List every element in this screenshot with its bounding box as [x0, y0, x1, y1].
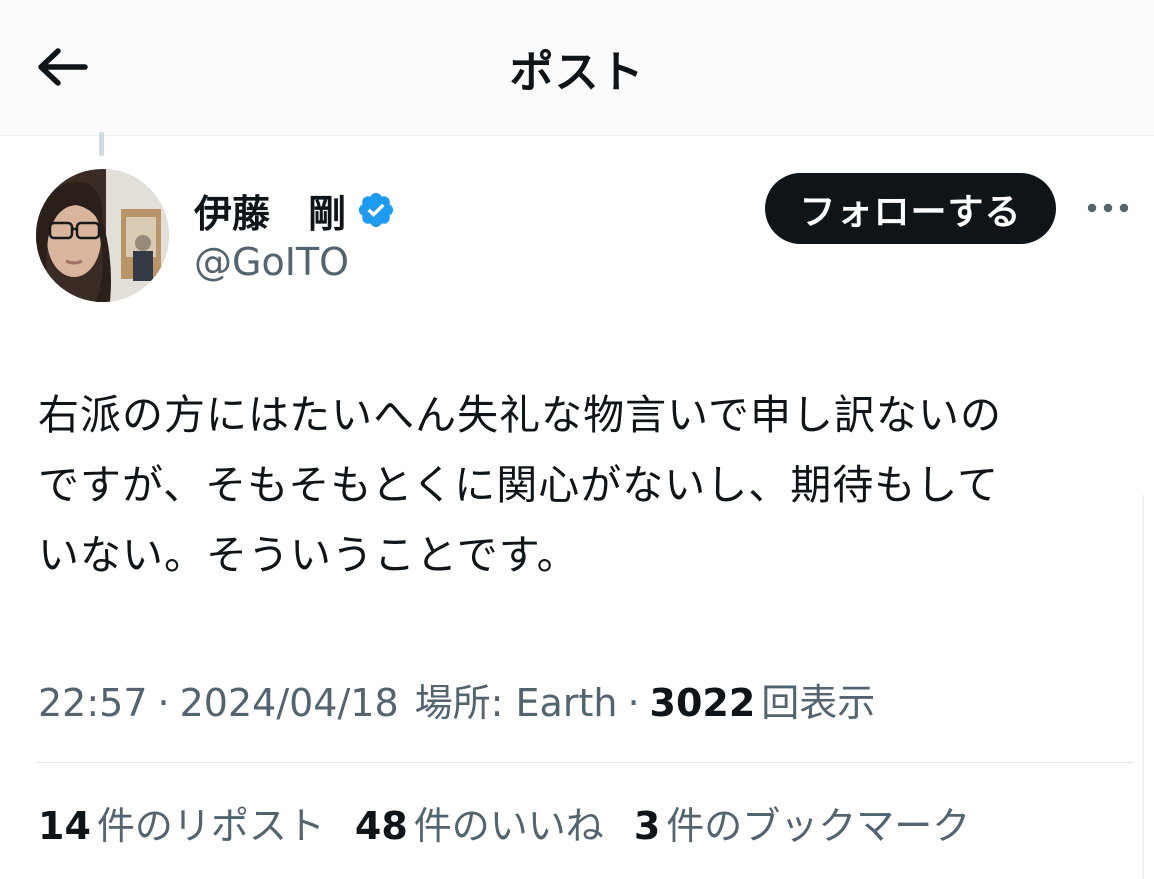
tweet-time[interactable]: 22:57 — [38, 681, 148, 725]
author-name[interactable]: 伊藤 剛 — [194, 183, 346, 238]
thread-connector-line — [99, 132, 104, 156]
meta-separator: · — [157, 681, 170, 725]
top-bar: ポスト — [0, 0, 1154, 136]
likes-label: 件のいいね — [413, 804, 604, 848]
meta-separator: · — [627, 681, 640, 725]
reposts-stat[interactable]: 14 件のリポスト — [38, 795, 325, 850]
more-options-button[interactable] — [1083, 190, 1133, 226]
tweet-text-line: 右派の方にはたいへん失礼な物言いで申し訳ないの — [38, 391, 1002, 439]
reposts-label: 件のリポスト — [96, 804, 325, 848]
scrollbar-track — [1142, 495, 1144, 879]
avatar-image — [36, 169, 169, 302]
page-title: ポスト — [509, 47, 645, 98]
tweet-text-line: ですが、そもそもとくに関心がないし、期待もして — [38, 461, 1000, 509]
bookmarks-count: 3 — [633, 804, 661, 848]
reposts-count: 14 — [38, 804, 91, 848]
more-horizontal-icon — [1087, 203, 1129, 213]
tweet-meta: 22:57 · 2024/04/18 場所: Earth · 3022 回表示 — [38, 672, 875, 727]
bookmarks-label: 件のブックマーク — [666, 804, 971, 848]
engagement-stats: 14 件のリポスト 48 件のいいね 3 件のブックマーク — [38, 795, 1000, 850]
verified-badge-icon — [358, 192, 394, 228]
bookmarks-stat[interactable]: 3 件のブックマーク — [634, 795, 970, 850]
author-handle[interactable]: @GoITO — [194, 240, 349, 284]
tweet-date[interactable]: 2024/04/18 — [180, 681, 399, 725]
avatar[interactable] — [36, 169, 169, 302]
likes-count: 48 — [354, 804, 408, 848]
follow-button[interactable]: フォローする — [765, 173, 1056, 244]
author-name-row: 伊藤 剛 — [194, 184, 396, 236]
tweet-location: 場所: Earth — [414, 681, 618, 725]
tweet-text: 右派の方にはたいへん失礼な物言いで申し訳ないの ですが、そもそもとくに関心がない… — [38, 380, 1138, 590]
views-count: 3022 — [649, 681, 756, 725]
tweet-text-line: いない。そういうことです。 — [38, 531, 579, 579]
views-label: 回表示 — [761, 681, 876, 725]
divider — [36, 762, 1134, 763]
likes-stat[interactable]: 48 件のいいね — [355, 795, 604, 850]
